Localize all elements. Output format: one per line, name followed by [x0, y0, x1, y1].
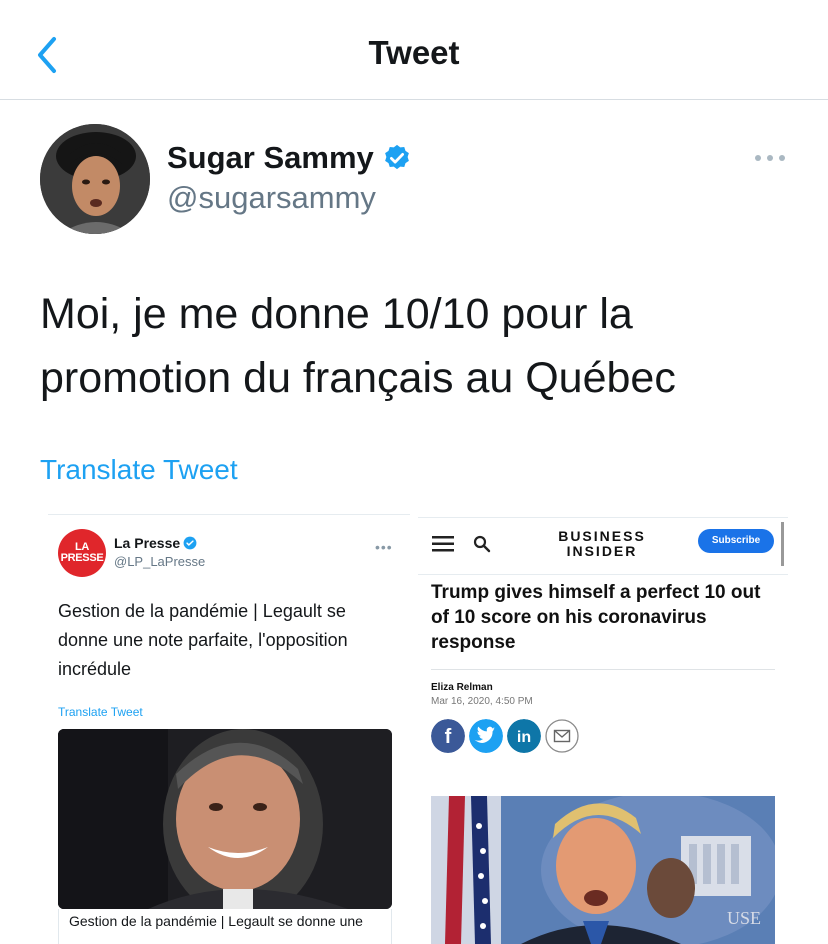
user-handle[interactable]: @sugarsammy — [167, 180, 376, 216]
attached-image-business-insider[interactable]: BUSINESS INSIDER Subscribe Trump gives h… — [418, 514, 788, 944]
facebook-icon: f — [431, 719, 465, 753]
attached-image-la-presse[interactable]: LA PRESSE La Presse @LP_LaPresse ••• Ges… — [48, 514, 410, 944]
svg-text:in: in — [517, 729, 531, 746]
divider — [418, 574, 788, 575]
scroll-indicator — [781, 522, 784, 566]
svg-text:USE: USE — [727, 908, 761, 928]
business-insider-logo: BUSINESS INSIDER — [558, 528, 646, 559]
verified-badge-icon — [385, 144, 409, 170]
verified-badge-icon — [183, 536, 197, 550]
mail-icon — [545, 719, 579, 753]
twitter-icon — [469, 719, 503, 753]
article-author: Eliza Relman — [431, 682, 493, 693]
legault-photo — [58, 729, 392, 909]
la-presse-logo: LA PRESSE — [58, 529, 106, 577]
divider — [418, 517, 788, 518]
tweet-text: Moi, je me donne 10/10 pour la promotion… — [40, 290, 676, 402]
subscribe-button: Subscribe — [698, 529, 774, 553]
avatar[interactable] — [40, 124, 150, 234]
hamburger-menu-icon — [432, 536, 454, 552]
trump-photo: USE — [431, 796, 775, 944]
translate-tweet-link[interactable]: Translate Tweet — [40, 454, 238, 486]
linkedin-icon: in — [507, 719, 541, 753]
more-horizontal-icon: ••• — [375, 539, 393, 555]
top-nav-bar: Tweet — [0, 0, 828, 100]
embed-translate-link: Translate Tweet — [58, 705, 143, 719]
svg-text:f: f — [445, 726, 452, 748]
search-icon — [473, 535, 491, 553]
page-title: Tweet — [368, 34, 460, 71]
embed-display-name: La Presse — [114, 535, 181, 551]
display-name[interactable]: Sugar Sammy — [167, 140, 374, 176]
embed-tweet-text: Gestion de la pandémie | Legault se donn… — [58, 601, 348, 679]
link-card-caption: Gestion de la pandémie | Legault se donn… — [58, 909, 392, 944]
embed-user-handle: @LP_LaPresse — [114, 554, 206, 569]
article-date: Mar 16, 2020, 4:50 PM — [431, 696, 533, 707]
divider — [431, 669, 775, 670]
article-headline: Trump gives himself a perfect 10 out of … — [431, 582, 761, 653]
more-horizontal-icon[interactable] — [752, 148, 788, 168]
